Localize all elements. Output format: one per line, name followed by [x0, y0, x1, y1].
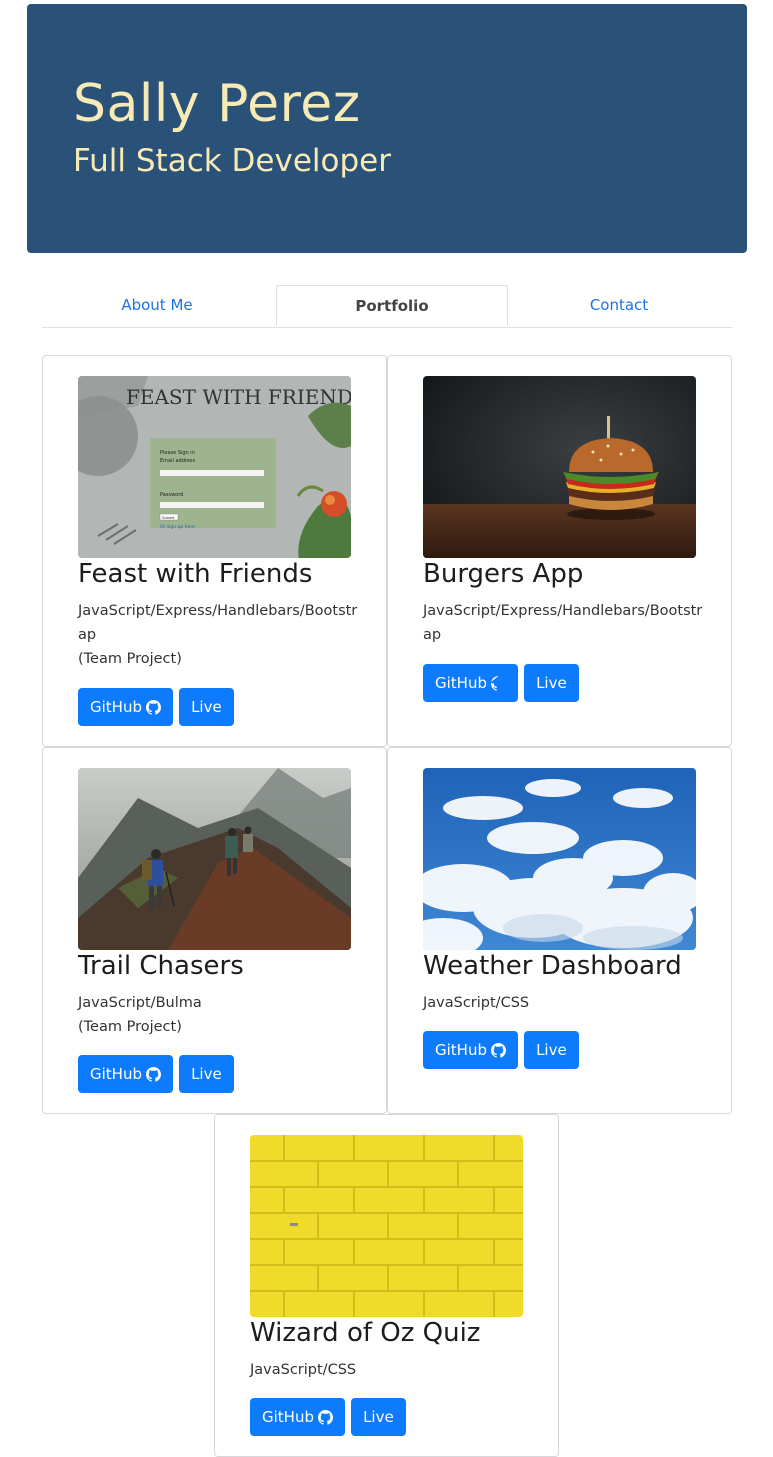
hikers-photo-image: [78, 768, 351, 950]
developer-name: Sally Perez: [73, 74, 361, 134]
hikers-photo-svg: [78, 768, 351, 950]
yellow-brick-photo-svg: [250, 1135, 523, 1317]
github-icon: [145, 1058, 161, 1096]
feast-email-label: Email address: [160, 458, 196, 464]
project-note: (Team Project): [78, 1019, 182, 1035]
project-tech: JavaScript/Express/Handlebars/Bootstrap: [423, 599, 703, 647]
feast-password-label: Password: [160, 492, 183, 498]
project-title: Wizard of Oz Quiz: [250, 1318, 481, 1348]
project-card-burgers: Burgers App JavaScript/Express/Handlebar…: [387, 355, 732, 747]
tab-contact[interactable]: Contact: [504, 285, 734, 326]
project-tech-stack: JavaScript/CSS: [250, 1362, 357, 1378]
developer-role: Full Stack Developer: [73, 143, 391, 179]
github-button-label: GitHub: [90, 698, 142, 716]
project-title: Trail Chasers: [78, 951, 244, 981]
project-card-weather: Weather Dashboard JavaScript/CSS GitHub …: [387, 747, 732, 1114]
project-tech-stack: JavaScript/Express/Handlebars/Bootstrap: [423, 603, 703, 643]
github-button-label: GitHub: [435, 1041, 487, 1059]
clouds-photo-image: [423, 768, 696, 950]
project-buttons: GitHub Live: [78, 688, 235, 726]
feast-banner-text: FEAST WITH FRIENDS: [126, 385, 351, 409]
github-button[interactable]: GitHub: [78, 1055, 173, 1093]
feast-screenshot-image: FEAST WITH FRIENDS Please Sign in Email …: [78, 376, 351, 558]
project-card-feast: FEAST WITH FRIENDS Please Sign in Email …: [42, 355, 387, 747]
tab-portfolio[interactable]: Portfolio: [276, 285, 508, 326]
project-tech: JavaScript/Express/Handlebars/Bootstrap …: [78, 599, 358, 671]
burger-photo-image: [423, 376, 696, 558]
burger-photo-svg: [423, 376, 696, 558]
clouds-photo-svg: [423, 768, 696, 950]
live-button[interactable]: Live: [524, 1031, 579, 1069]
project-card-trail-chasers: Trail Chasers JavaScript/Bulma (Team Pro…: [42, 747, 387, 1114]
project-title: Weather Dashboard: [423, 951, 682, 981]
project-buttons: GitHub Live: [78, 1055, 235, 1093]
github-icon: [489, 667, 506, 705]
github-button[interactable]: GitHub: [423, 664, 518, 702]
project-tech-stack: JavaScript/Express/Handlebars/Bootstrap: [78, 603, 358, 643]
github-icon: [317, 1401, 333, 1439]
project-title: Feast with Friends: [78, 559, 313, 589]
project-tech: JavaScript/CSS: [423, 991, 703, 1015]
live-button[interactable]: Live: [179, 1055, 234, 1093]
project-buttons: GitHub Live: [423, 664, 580, 702]
github-icon: [145, 691, 161, 729]
project-tech-stack: JavaScript/CSS: [423, 995, 530, 1011]
hero-banner: Sally Perez Full Stack Developer: [27, 4, 747, 253]
github-button-label: GitHub: [90, 1065, 142, 1083]
project-buttons: GitHub Live: [250, 1398, 407, 1436]
project-note: (Team Project): [78, 651, 182, 667]
github-icon: [490, 1034, 506, 1072]
project-tech: JavaScript/Bulma (Team Project): [78, 991, 358, 1039]
feast-submit-text: Submit: [162, 516, 175, 520]
live-button[interactable]: Live: [351, 1398, 406, 1436]
github-button[interactable]: GitHub: [250, 1398, 345, 1436]
github-button-label: GitHub: [435, 674, 487, 692]
project-title: Burgers App: [423, 559, 584, 589]
feast-screenshot-svg: FEAST WITH FRIENDS Please Sign in Email …: [78, 376, 351, 558]
github-button[interactable]: GitHub: [78, 688, 173, 726]
feast-form-title: Please Sign in: [160, 450, 195, 456]
github-button[interactable]: GitHub: [423, 1031, 518, 1069]
live-button[interactable]: Live: [524, 664, 579, 702]
project-card-wizard-of-oz: Wizard of Oz Quiz JavaScript/CSS GitHub …: [214, 1114, 559, 1457]
project-tech-stack: JavaScript/Bulma: [78, 995, 202, 1011]
project-tech: JavaScript/CSS: [250, 1358, 530, 1382]
yellow-brick-photo-image: [250, 1135, 523, 1317]
tab-about-me[interactable]: About Me: [42, 285, 272, 326]
live-button[interactable]: Live: [179, 688, 234, 726]
github-button-label: GitHub: [262, 1408, 314, 1426]
project-buttons: GitHub Live: [423, 1031, 580, 1069]
feast-signup-text: Or sign up here: [160, 524, 195, 530]
nav-tabs: About Me Portfolio Contact: [42, 285, 732, 328]
